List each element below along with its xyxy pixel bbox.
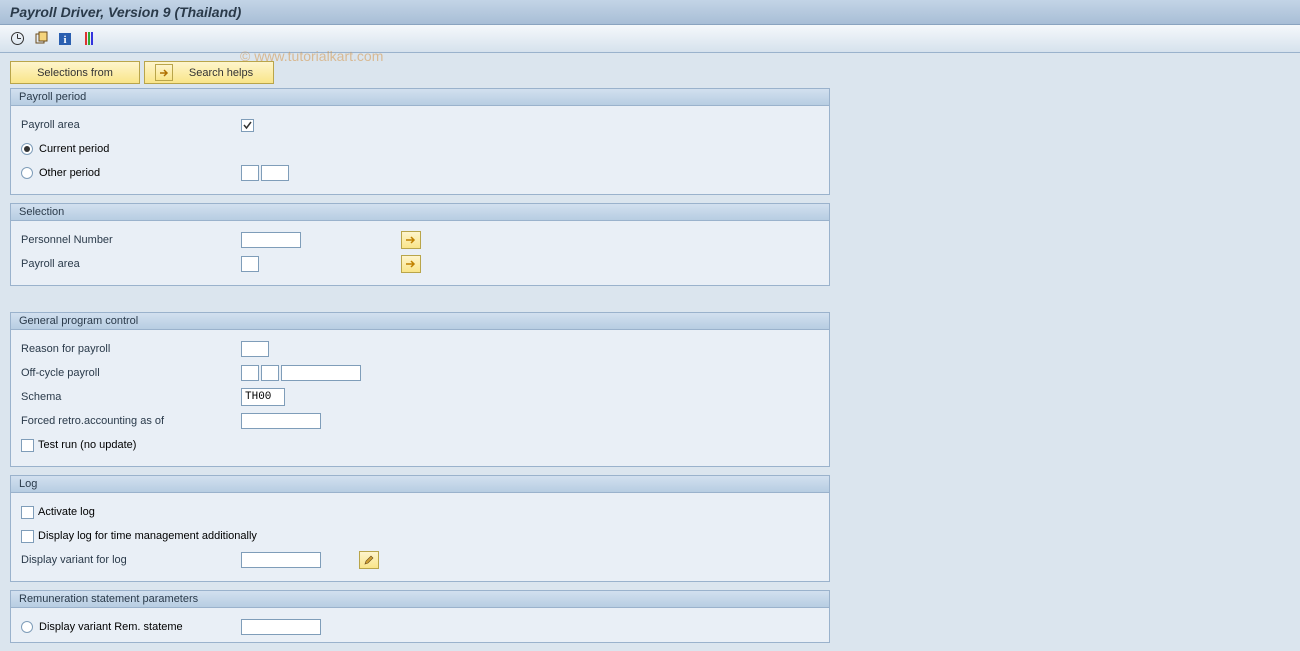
search-helps-button[interactable]: Search helps xyxy=(144,61,274,84)
org-structure-icon[interactable] xyxy=(80,30,98,48)
display-variant-rem-input[interactable] xyxy=(241,619,321,635)
display-variant-log-label: Display variant for log xyxy=(21,554,241,566)
log-group: Log Activate log Display log for time ma… xyxy=(10,475,830,582)
other-period-input-2[interactable] xyxy=(261,165,289,181)
log-title: Log xyxy=(11,476,829,493)
offcycle-input-1[interactable] xyxy=(241,365,259,381)
other-period-radio[interactable] xyxy=(21,167,33,179)
execute-icon[interactable] xyxy=(8,30,26,48)
sel-payroll-area-label: Payroll area xyxy=(21,258,241,270)
reason-label: Reason for payroll xyxy=(21,343,241,355)
activate-log-checkbox[interactable] xyxy=(21,506,34,519)
title-text: Payroll Driver, Version 9 (Thailand) xyxy=(10,4,241,20)
payroll-area-label: Payroll area xyxy=(21,119,241,131)
other-period-input-1[interactable] xyxy=(241,165,259,181)
schema-input[interactable] xyxy=(241,388,285,406)
display-variant-log-input[interactable] xyxy=(241,552,321,568)
other-period-label: Other period xyxy=(39,167,241,179)
current-period-label: Current period xyxy=(39,143,109,155)
schema-label: Schema xyxy=(21,391,241,403)
display-variant-rem-radio[interactable] xyxy=(21,621,33,633)
time-mgmt-log-checkbox[interactable] xyxy=(21,530,34,543)
svg-text:i: i xyxy=(63,34,66,46)
selection-group: Selection Personnel Number Payroll area xyxy=(10,203,830,286)
current-period-radio[interactable] xyxy=(21,143,33,155)
offcycle-label: Off-cycle payroll xyxy=(21,367,241,379)
offcycle-input-2[interactable] xyxy=(261,365,279,381)
forced-retro-label: Forced retro.accounting as of xyxy=(21,415,241,427)
payroll-period-group: Payroll period Payroll area Current peri… xyxy=(10,88,830,195)
arrow-right-icon xyxy=(155,64,173,81)
info-icon[interactable]: i xyxy=(56,30,74,48)
display-variant-edit-button[interactable] xyxy=(359,551,379,569)
payroll-area-checkbox[interactable] xyxy=(241,119,254,132)
general-control-title: General program control xyxy=(11,313,829,330)
variant-icon[interactable] xyxy=(32,30,50,48)
display-variant-rem-label: Display variant Rem. stateme xyxy=(39,621,241,633)
content-area: Selections from Search helps Payroll per… xyxy=(0,53,1300,651)
offcycle-input-3[interactable] xyxy=(281,365,361,381)
sel-payroll-area-input[interactable] xyxy=(241,256,259,272)
test-run-checkbox[interactable] xyxy=(21,439,34,452)
activate-log-label: Activate log xyxy=(38,506,95,518)
window-title: Payroll Driver, Version 9 (Thailand) xyxy=(0,0,1300,25)
payroll-period-title: Payroll period xyxy=(11,89,829,106)
forced-retro-input[interactable] xyxy=(241,413,321,429)
remuneration-title: Remuneration statement parameters xyxy=(11,591,829,608)
toolbar: i xyxy=(0,25,1300,53)
selections-from-button[interactable]: Selections from xyxy=(10,61,140,84)
sel-payroll-area-multi-button[interactable] xyxy=(401,255,421,273)
action-buttons: Selections from Search helps xyxy=(10,61,1290,84)
reason-input[interactable] xyxy=(241,341,269,357)
personnel-number-multi-button[interactable] xyxy=(401,231,421,249)
remuneration-group: Remuneration statement parameters Displa… xyxy=(10,590,830,643)
personnel-number-input[interactable] xyxy=(241,232,301,248)
personnel-number-label: Personnel Number xyxy=(21,234,241,246)
selection-title: Selection xyxy=(11,204,829,221)
general-control-group: General program control Reason for payro… xyxy=(10,312,830,467)
time-mgmt-log-label: Display log for time management addition… xyxy=(38,530,257,542)
search-helps-label: Search helps xyxy=(179,67,263,79)
test-run-label: Test run (no update) xyxy=(38,439,136,451)
